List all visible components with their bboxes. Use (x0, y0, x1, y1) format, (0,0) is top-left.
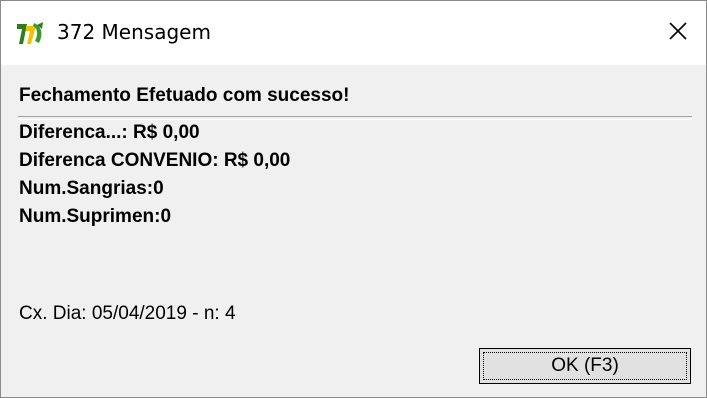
close-icon (668, 21, 688, 46)
title-bar: 372 Mensagem (1, 1, 706, 65)
sangrias-count-line: Num.Sangrias:0 (19, 178, 164, 199)
ok-button[interactable]: OK (F3) (479, 348, 691, 384)
ok-button-label: OK (F3) (551, 355, 619, 376)
message-dialog: 372 Mensagem Fechamento Efetuado com suc… (0, 0, 707, 398)
difference-convenio-line: Diferenca CONVENIO: R$ 0,00 (19, 150, 291, 171)
difference-line: Diferenca...: R$ 0,00 (19, 122, 200, 143)
separator-line (18, 116, 692, 120)
app-logo-icon (15, 21, 45, 47)
suprimentos-count-line: Num.Suprimen:0 (19, 206, 172, 227)
cash-day-info: Cx. Dia: 05/04/2019 - n: 4 (19, 303, 236, 324)
dialog-body: Fechamento Efetuado com sucesso! Diferen… (1, 65, 706, 397)
window-title: 372 Mensagem (57, 20, 211, 44)
success-message: Fechamento Efetuado com sucesso! (19, 85, 350, 106)
close-button[interactable] (660, 15, 696, 51)
